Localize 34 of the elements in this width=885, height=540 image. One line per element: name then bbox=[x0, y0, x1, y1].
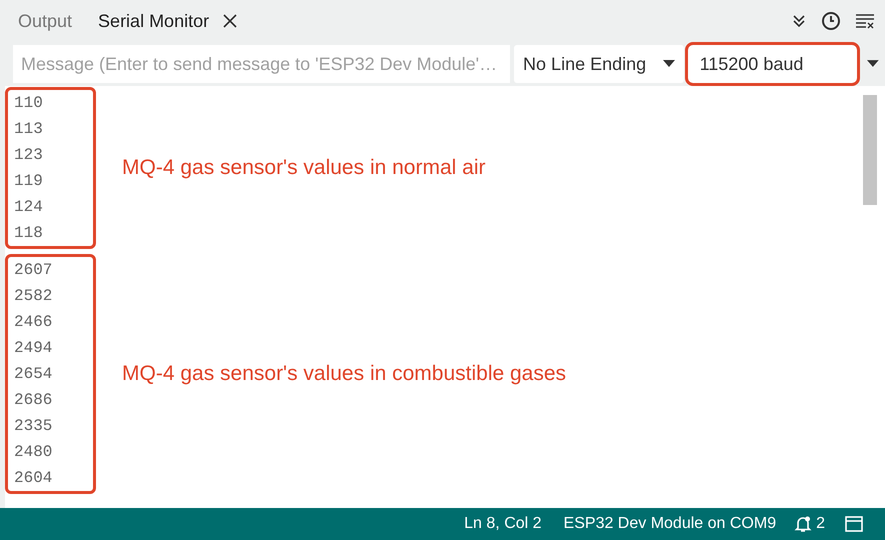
output-line: 2335 bbox=[14, 416, 54, 437]
output-line: 2604 bbox=[14, 468, 54, 489]
clock-icon[interactable] bbox=[821, 11, 841, 31]
output-line: 2480 bbox=[14, 442, 54, 463]
cursor-position[interactable]: Ln 8, Col 2 bbox=[464, 512, 542, 536]
output-line: 2607 bbox=[14, 260, 54, 281]
output-line: 119 bbox=[14, 171, 44, 192]
bell-icon[interactable] bbox=[794, 515, 812, 533]
close-icon[interactable] bbox=[223, 14, 238, 28]
output-line: 2686 bbox=[14, 390, 54, 411]
tab[interactable]: Output bbox=[8, 4, 82, 38]
board-port-label[interactable]: ESP32 Dev Module on COM9 bbox=[564, 512, 776, 536]
output-line: 113 bbox=[14, 119, 44, 140]
output-line: 123 bbox=[14, 145, 44, 166]
output-line: 2654 bbox=[14, 364, 54, 385]
notification-count[interactable]: 2 bbox=[816, 512, 825, 536]
collapse-icon[interactable] bbox=[791, 13, 807, 29]
clear-output-icon[interactable] bbox=[855, 13, 875, 29]
baud-rate-dropdown[interactable]: 115200 baud bbox=[688, 45, 858, 83]
output-line: 118 bbox=[14, 223, 44, 244]
tab[interactable]: Serial Monitor bbox=[88, 4, 248, 38]
output-line: 2494 bbox=[14, 338, 54, 359]
line-ending-dropdown[interactable]: No Line Ending bbox=[514, 45, 684, 83]
output-line: 2466 bbox=[14, 312, 54, 333]
output-line: 110 bbox=[14, 93, 44, 114]
scrollbar-thumb[interactable] bbox=[863, 95, 877, 205]
output-line: 2582 bbox=[14, 286, 54, 307]
annotation-text: MQ-4 gas sensor's values in combustible gases bbox=[122, 361, 566, 388]
annotation-text: MQ-4 gas sensor's values in normal air bbox=[122, 155, 486, 182]
caret-icon bbox=[662, 60, 675, 68]
caret-icon bbox=[867, 60, 880, 68]
panel-icon[interactable] bbox=[845, 516, 863, 532]
message-field[interactable]: Message (Enter to send message to 'ESP32 Dev Module'… bbox=[13, 45, 510, 83]
output-line: 124 bbox=[14, 197, 44, 218]
